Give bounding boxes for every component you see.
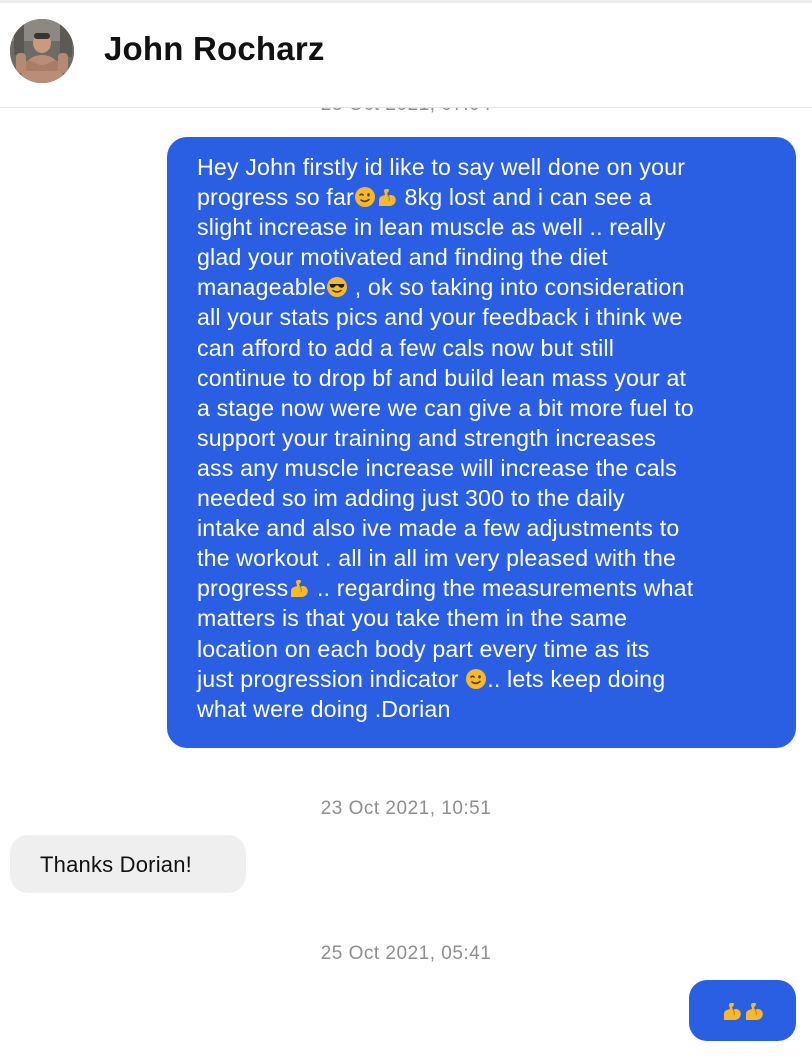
message-text: support your training and strength incre… [197,424,657,451]
message-text: .. regarding the measurements what [310,575,694,602]
incoming-message-bubble[interactable]: Thanks Dorian! [10,835,246,893]
message-text: .. lets keep doing [487,665,666,692]
message-text: glad your motivated and finding the diet [197,244,608,271]
flexed-biceps-icon [743,1000,765,1022]
message-text: progress [197,575,289,602]
message-text: Hey John firstly id like to say well don… [197,154,686,180]
message-text: 8kg lost and i can see a [397,184,652,211]
timestamp-second: 23 Oct 2021, 10:51 [320,798,492,819]
winking-face-icon [465,667,487,689]
message-line: needed so im adding just 300 to the dail… [197,483,774,513]
message-line: glad your motivated and finding the diet [197,242,774,272]
message-text: what were doing .Dorian [197,695,451,722]
outgoing-message-bubble[interactable]: Hey John firstly id like to say well don… [167,137,796,748]
message-line: support your training and strength incre… [197,423,774,453]
message-line: Hey John firstly id like to say well don… [197,152,774,182]
message-line: all your stats pics and your feedback i … [197,302,774,332]
message-line: continue to drop bf and build lean mass … [197,363,774,393]
message-line: location on each body part every time as… [197,634,774,664]
message-line: can afford to add a few cals now but sti… [197,333,774,363]
incoming-message-text: Thanks Dorian! [40,852,192,877]
message-line: manageable , ok so taking into considera… [197,272,774,302]
message-line: ass any muscle increase will increase th… [197,453,774,483]
message-line: intake and also ive made a few adjustmen… [197,513,774,543]
message-text: , ok so taking into consideration [348,274,685,301]
message-text: slight increase in lean muscle as well .… [197,214,666,241]
message-text: needed so im adding just 300 to the dail… [197,485,625,512]
message-line: the workout . all in all im very pleased… [197,543,774,573]
outgoing-emoji-bubble[interactable] [689,980,796,1041]
message-line: progress so far 8kg lost and i can see a [197,182,774,212]
contact-name: John Rocharz [104,30,325,67]
message-text: location on each body part every time as… [197,635,650,662]
message-text: can afford to add a few cals now but sti… [197,334,615,361]
message-line: matters is that you take them in the sam… [197,603,774,633]
smiling-face-with-sunglasses-icon [326,275,348,298]
avatar[interactable] [10,19,74,83]
message-line: what were doing .Dorian [197,694,774,724]
message-text: all your stats pics and your feedback i … [197,304,683,331]
chat-header: John Rocharz [0,0,812,108]
person-photo-avatar-icon [10,19,74,83]
message-line: progress .. regarding the measurements w… [197,573,774,603]
message-text: the workout . all in all im very pleased… [197,545,677,572]
message-text: progress so far [197,184,354,211]
message-text: intake and also ive made a few adjustmen… [197,515,680,542]
message-line: a stage now were we can give a bit more … [197,393,774,423]
winking-face-icon [354,185,376,208]
flexed-biceps-icon [288,576,310,598]
message-text: matters is that you take them in the sam… [197,605,628,632]
message-text: a stage now were we can give a bit more … [197,394,694,421]
message-text: manageable [197,274,327,301]
message-line: just progression indicator .. lets keep … [197,664,774,694]
message-text: ass any muscle increase will increase th… [197,454,677,481]
flexed-biceps-icon [721,1000,743,1022]
message-text: just progression indicator [197,665,466,692]
message-text: continue to drop bf and build lean mass … [197,364,687,391]
top-divider [0,0,812,3]
timestamp-third: 25 Oct 2021, 05:41 [320,943,492,964]
message-line: slight increase in lean muscle as well .… [197,212,774,242]
flexed-biceps-icon [376,185,398,207]
